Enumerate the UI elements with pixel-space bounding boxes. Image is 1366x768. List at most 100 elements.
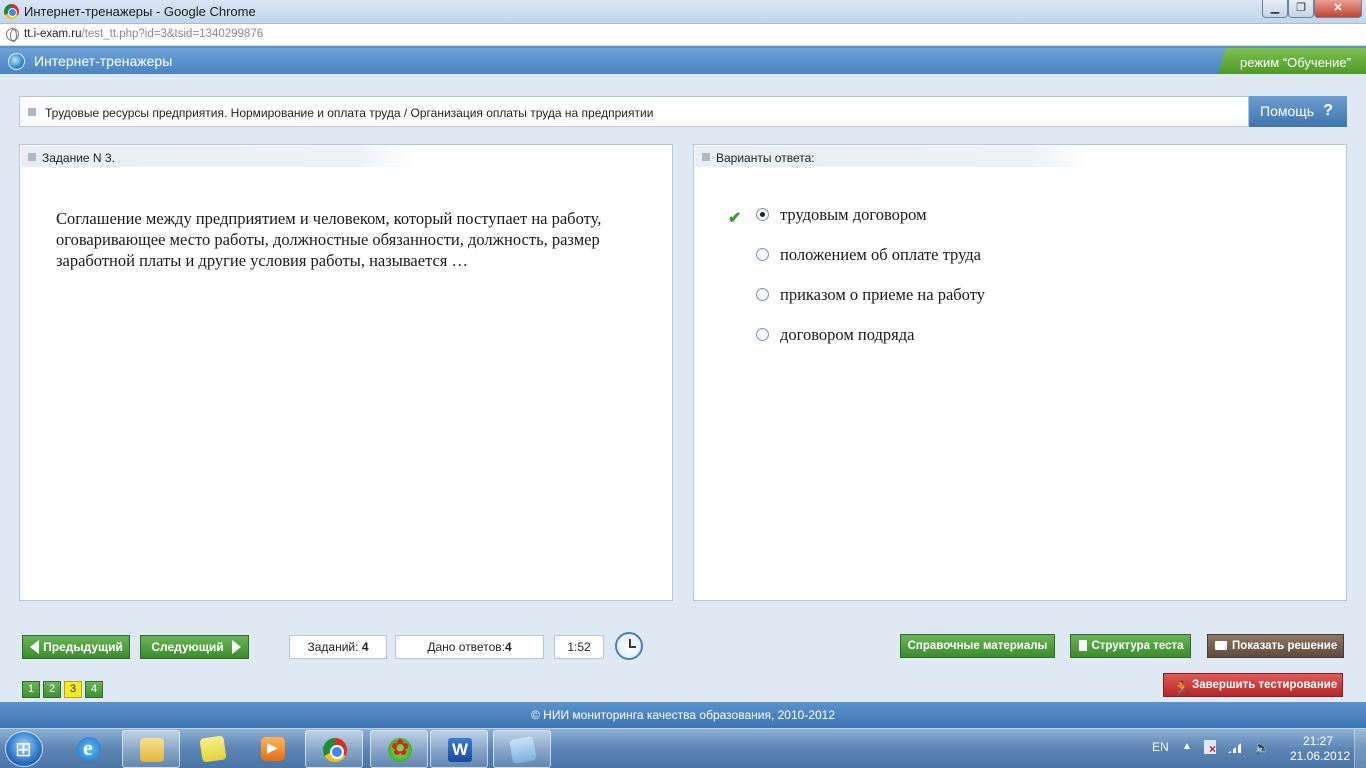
page-button-4[interactable]: 4 [85, 681, 103, 698]
mode-badge: режим “Обучение” [1218, 48, 1366, 74]
page-button-3-current[interactable]: 3 [64, 681, 82, 698]
page-button-1[interactable]: 1 [22, 681, 40, 698]
network-signal-icon[interactable] [1228, 741, 1244, 753]
answers-panel-header: Варианты ответа: [695, 146, 1090, 167]
finish-testing-label: Завершить тестирование [1192, 679, 1338, 691]
test-structure-label: Структура теста [1091, 640, 1184, 652]
show-solution-button[interactable]: Показать решение [1207, 634, 1344, 658]
help-button[interactable]: Помощь ? [1249, 96, 1347, 127]
document-icon [1079, 640, 1087, 651]
url-text[interactable]: tt.i-exam.ru/test_tt.php?id=3&tsid=13402… [24, 28, 263, 40]
timer: 1:52 [554, 635, 604, 659]
answer-label[interactable]: положением об оплате труда [780, 245, 981, 265]
taskbar-paint[interactable] [493, 730, 551, 768]
answer-label[interactable]: трудовым договором [780, 205, 927, 225]
radio-button-selected[interactable] [756, 208, 769, 221]
show-hidden-icons-icon[interactable]: ▲ [1182, 741, 1192, 752]
help-label: Помощь [1260, 103, 1315, 119]
answer-option-4[interactable]: договором подряда [694, 325, 1294, 345]
footer-copyright: © НИИ мониторинга качества образования, … [0, 702, 1366, 728]
task-panel: Задание N 3. Соглашение между предприяти… [19, 144, 673, 601]
word-icon [448, 738, 472, 762]
clock-icon [615, 632, 643, 660]
folder-icon [140, 738, 164, 762]
close-button[interactable]: ✕ [1314, 0, 1362, 18]
taskbar-media-player[interactable] [244, 730, 302, 768]
page-button-2[interactable]: 2 [43, 681, 61, 698]
topic-bar: Трудовые ресурсы предприятия. Нормирован… [19, 96, 1249, 127]
windows-taskbar: EN ▲ 🔈 21:27 21.06.2012 [0, 728, 1366, 768]
next-label: Следующий [151, 640, 224, 654]
radio-button[interactable] [756, 328, 769, 341]
taskbar-icq[interactable] [370, 730, 428, 768]
question-text: Соглашение между предприятием и человеко… [56, 209, 602, 270]
answer-option-3[interactable]: приказом о приеме на работу [694, 285, 1294, 305]
show-desktop-button[interactable] [1354, 729, 1366, 768]
taskbar-sticky-notes[interactable] [184, 730, 242, 768]
tasks-count: Заданий: 4 [289, 635, 387, 659]
topic-text: Трудовые ресурсы предприятия. Нормирован… [45, 106, 654, 120]
task-pager: 1 2 3 4 [22, 681, 103, 698]
globe-icon [6, 28, 19, 42]
language-indicator[interactable]: EN [1152, 740, 1169, 754]
sticky-notes-icon [199, 735, 227, 763]
book-icon [1215, 641, 1227, 650]
next-button[interactable]: Следующий [140, 635, 249, 659]
arrow-right-icon [232, 640, 241, 654]
previous-button[interactable]: Предыдущий [22, 635, 130, 659]
site-title: Интернет-тренажеры [34, 53, 173, 69]
checkmark-icon: ✔ [728, 210, 742, 227]
start-button[interactable] [5, 731, 43, 767]
url-host: tt.i-exam.ru [24, 28, 82, 40]
square-bullet-icon [702, 153, 710, 161]
taskbar-microsoft-word[interactable] [430, 730, 488, 768]
taskbar-internet-explorer[interactable] [60, 730, 118, 768]
square-bullet-icon [28, 153, 36, 161]
answers-count-label: Дано ответов: [427, 640, 505, 654]
chrome-icon [4, 4, 19, 19]
running-man-icon: 🏃 [1173, 680, 1191, 696]
radio-button[interactable] [756, 248, 769, 261]
reference-materials-button[interactable]: Справочные материалы [900, 634, 1055, 658]
answer-option-1[interactable]: ✔ трудовым договором [694, 205, 1294, 227]
tasks-count-label: Заданий: [307, 640, 362, 654]
tasks-count-value: 4 [361, 640, 369, 654]
icq-flower-icon [388, 735, 412, 762]
minimize-button[interactable]: ▁ [1262, 0, 1288, 18]
answer-option-2[interactable]: положением об оплате труда [694, 245, 1294, 265]
arrow-left-icon [30, 640, 39, 654]
site-header: Интернет-тренажеры [0, 48, 1366, 74]
url-path: /test_tt.php?id=3&tsid=1340299876 [81, 28, 264, 40]
globe-logo-icon [8, 53, 25, 70]
square-bullet-icon [28, 108, 36, 116]
show-solution-label: Показать решение [1232, 640, 1338, 652]
answer-label[interactable]: договором подряда [780, 325, 915, 345]
finish-testing-button[interactable]: 🏃 Завершить тестирование [1163, 673, 1343, 697]
window-title: Интернет-тренажеры - Google Chrome [24, 4, 256, 19]
media-player-icon [261, 737, 285, 761]
system-clock[interactable]: 21:27 21.06.2012 [1290, 734, 1351, 764]
task-number: Задание N 3. [42, 151, 115, 165]
address-bar[interactable]: tt.i-exam.ru/test_tt.php?id=3&tsid=13402… [0, 24, 1366, 46]
answers-panel: Варианты ответа: ✔ трудовым договором по… [693, 144, 1347, 601]
task-panel-header: Задание N 3. [21, 146, 416, 167]
clock-time: 21:27 [1302, 734, 1334, 748]
taskbar-windows-explorer[interactable] [122, 730, 180, 768]
maximize-button[interactable]: ❐ [1288, 0, 1314, 18]
answers-count: Дано ответов:4 [395, 635, 544, 659]
question-mark-icon: ? [1323, 102, 1333, 119]
paint-icon [509, 736, 537, 764]
chrome-icon [323, 738, 347, 762]
taskbar-google-chrome[interactable] [305, 730, 363, 768]
clock-date: 21.06.2012 [1290, 749, 1351, 763]
internet-explorer-icon [77, 735, 101, 761]
answers-header: Варианты ответа: [716, 151, 815, 165]
answer-label[interactable]: приказом о приеме на работу [780, 285, 985, 305]
action-center-flag-icon[interactable] [1204, 740, 1216, 756]
previous-label: Предыдущий [43, 640, 123, 654]
test-structure-button[interactable]: Структура теста [1070, 634, 1191, 658]
window-titlebar: Интернет-тренажеры - Google Chrome ▁ ❐ ✕ [0, 0, 1366, 24]
radio-button[interactable] [756, 288, 769, 301]
volume-icon[interactable]: 🔈 [1254, 740, 1270, 756]
answers-count-value: 4 [504, 640, 512, 654]
